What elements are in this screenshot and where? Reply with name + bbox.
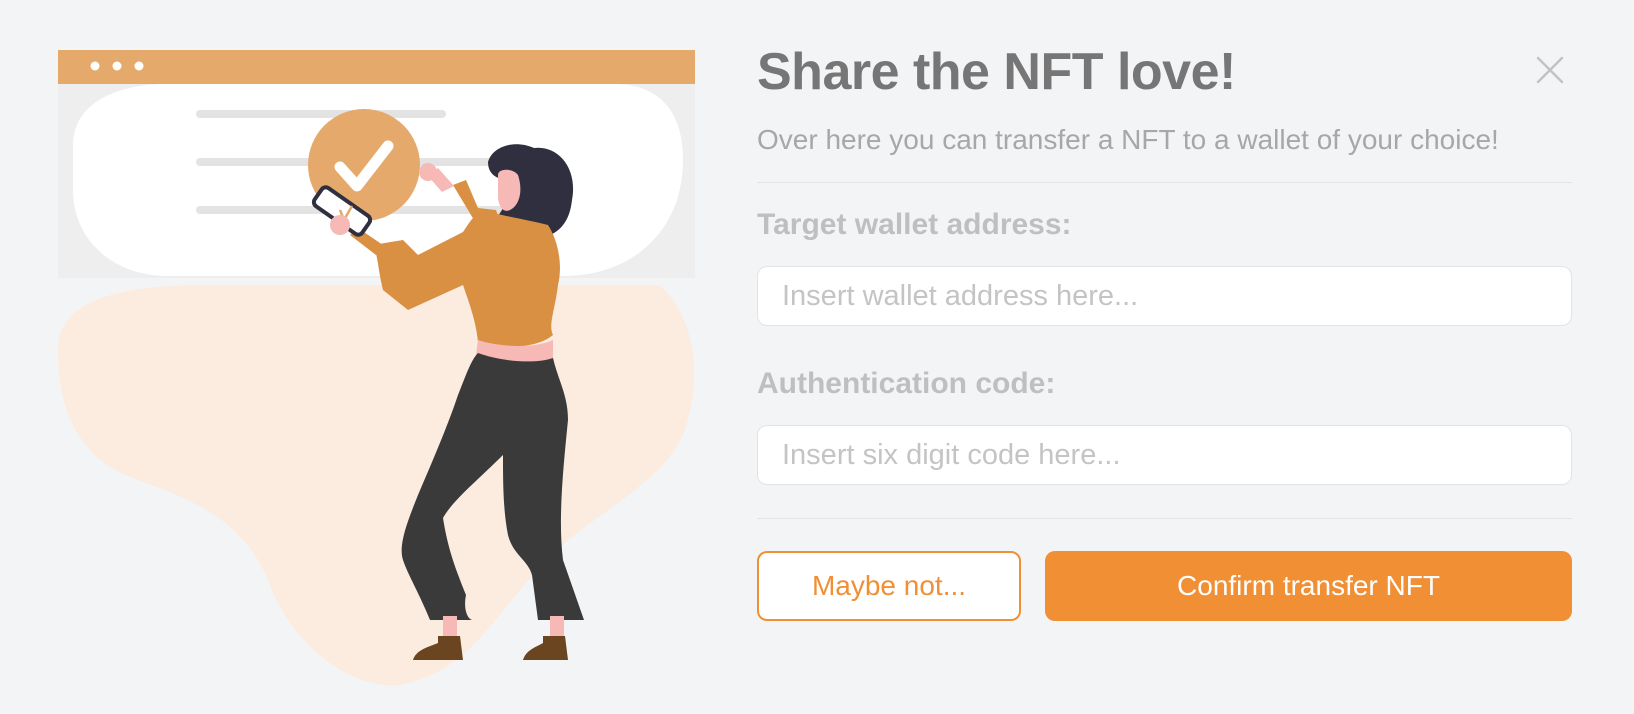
browser-header-bar — [58, 50, 695, 84]
person-ankle-right — [550, 616, 564, 638]
text-line-1 — [196, 110, 446, 118]
dialog-subtitle: Over here you can transfer a NFT to a wa… — [757, 124, 1499, 155]
window-dot-3 — [134, 61, 144, 71]
background-blob — [58, 285, 695, 686]
nft-transfer-dialog: Share the NFT love! Over here you can tr… — [757, 36, 1572, 621]
window-dot-2 — [112, 61, 122, 71]
person-shoe-right — [523, 636, 568, 660]
divider-top — [757, 182, 1572, 183]
person-ankle-left — [443, 616, 457, 638]
wallet-address-label: Target wallet address: — [757, 208, 1072, 241]
auth-code-input[interactable] — [757, 425, 1572, 485]
window-dot-1 — [90, 61, 100, 71]
close-button[interactable] — [1534, 54, 1566, 86]
dialog-title: Share the NFT love! — [757, 43, 1236, 101]
auth-code-label: Authentication code: — [757, 367, 1056, 400]
person-hand-phone — [330, 215, 350, 235]
confirm-transfer-button[interactable]: Confirm transfer NFT — [1045, 551, 1572, 621]
nft-transfer-illustration — [58, 50, 695, 690]
dialog-actions: Maybe not... Confirm transfer NFT — [757, 551, 1572, 621]
divider-bottom — [757, 518, 1572, 519]
cancel-button[interactable]: Maybe not... — [757, 551, 1021, 621]
close-icon — [1536, 56, 1564, 84]
wallet-address-input[interactable] — [757, 266, 1572, 326]
